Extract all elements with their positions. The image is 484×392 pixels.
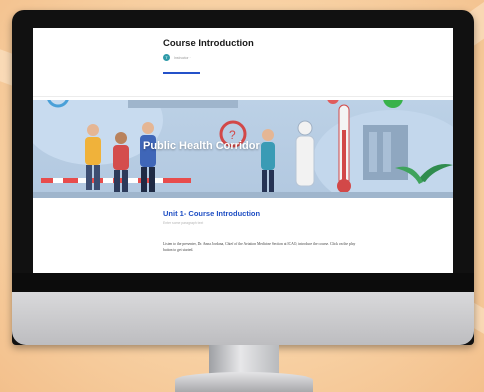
course-title: Course Introduction [163, 38, 254, 49]
screen: Course Introduction T Instructor · ? Pub… [33, 28, 453, 273]
header-divider [33, 96, 453, 97]
monitor-stand-neck [209, 345, 279, 375]
author-meta-text: Instructor · [174, 55, 191, 60]
monitor-stand-foot [175, 372, 313, 392]
unit-title: Unit 1- Course Introduction [163, 209, 261, 218]
unit-subtitle: Enter some paragraph text [163, 221, 204, 225]
monitor-chin [12, 292, 474, 345]
banner-title: Public Health Corridor [143, 140, 260, 152]
title-underline [163, 72, 200, 74]
lesson-header: Course Introduction T Instructor · [33, 28, 453, 98]
monitor-lower-bezel [12, 273, 474, 292]
avatar: T [163, 54, 170, 61]
banner-image: ? Public Health Corridor [33, 100, 453, 198]
author-meta: T Instructor · [163, 54, 191, 61]
body-paragraph: Listen to the presenter, Dr. Anna Jordan… [163, 242, 356, 252]
